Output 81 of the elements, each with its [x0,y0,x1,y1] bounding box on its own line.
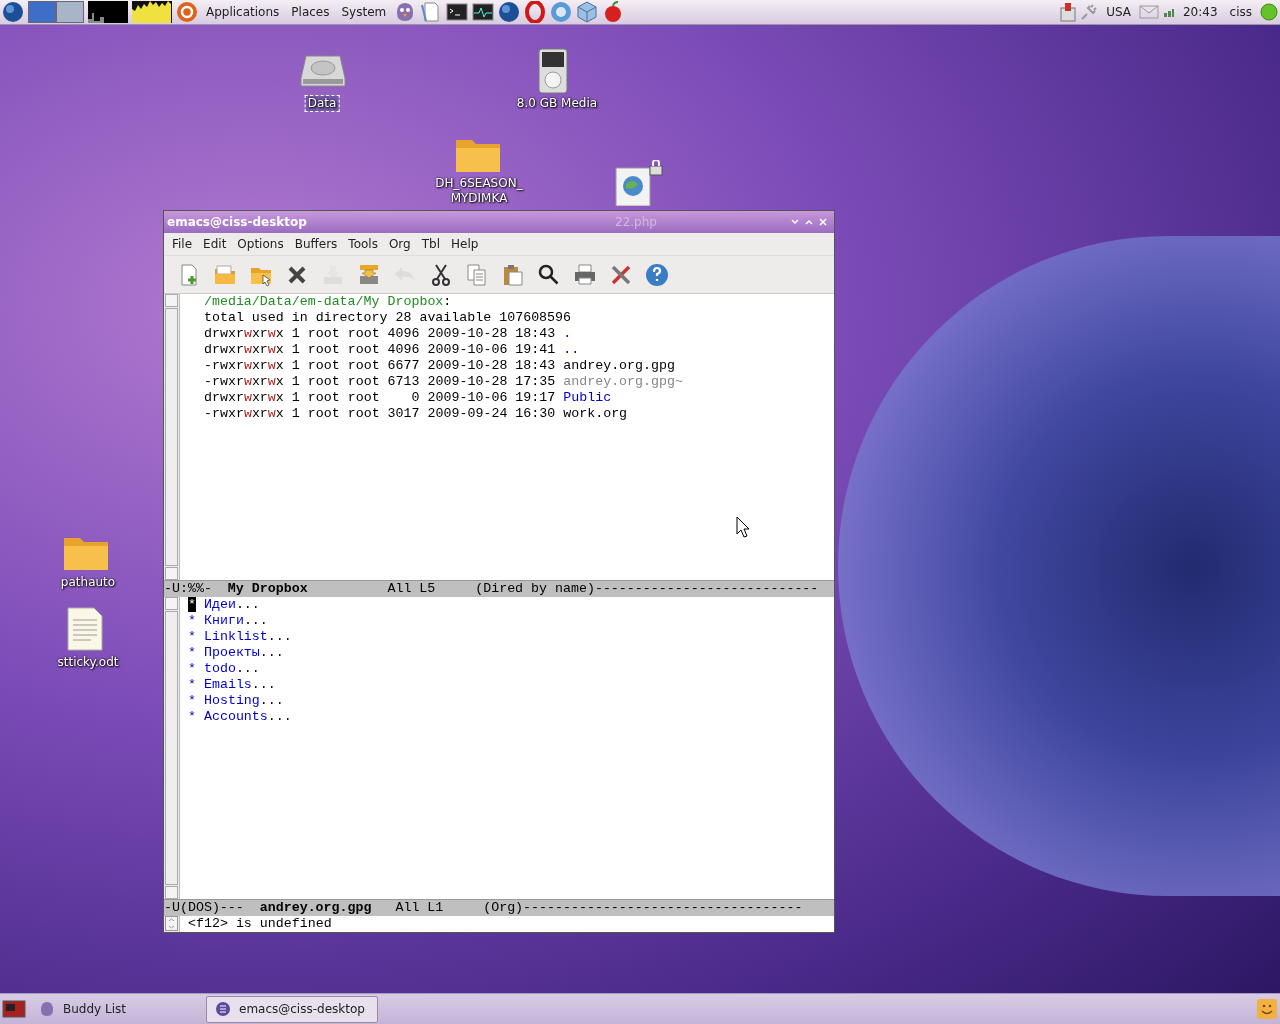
org-heading[interactable]: * Emails... [188,677,834,694]
minimize-button[interactable] [788,218,802,225]
cube-icon[interactable] [576,1,599,23]
hard-drive-icon [300,52,346,88]
org-heading[interactable]: * todo... [188,661,834,678]
file-listing-line[interactable]: drwxrwxrwx 1 root root 4096 2009-10-06 19:41 .. [188,342,834,359]
user-name[interactable]: ciss [1225,5,1256,19]
file-listing-line[interactable]: drwxrwxrwx 1 root root 4096 2009-10-28 18:43 . [188,326,834,343]
workspace-button[interactable] [56,1,84,23]
tray-icon [357,262,381,287]
menu-item[interactable]: Help [447,234,486,253]
menu-item[interactable]: Buffers [290,234,345,253]
icon-label[interactable]: 8.0 GB Media [507,96,607,111]
icon-label[interactable]: pathauto [38,575,138,590]
folder-icon [213,262,237,287]
plug-icon[interactable] [1080,3,1099,21]
status-circle-icon[interactable] [1260,3,1278,21]
sphere-icon[interactable] [550,1,573,23]
memory-graph [132,1,172,23]
smiley-icon[interactable] [1256,998,1278,1020]
ubuntu-logo-icon[interactable] [176,1,198,23]
scrollbar-thumb[interactable] [165,611,178,886]
icon-label[interactable]: stticky.odt [38,655,138,670]
menu-item[interactable]: Org [384,234,418,253]
bird-icon [39,1001,55,1017]
scroll-up-button[interactable] [165,294,178,308]
org-heading[interactable]: * Hosting... [188,693,834,710]
window-title: emacs@ciss-desktop [167,214,307,229]
help-icon [645,262,669,287]
envelope-icon[interactable] [1138,5,1159,19]
copy-icon [465,262,489,287]
menu-item[interactable]: Tools [344,234,385,253]
file-listing-line[interactable]: drwxrwxrwx 1 root root 0 2009-10-06 19:17 Public [188,390,834,407]
scrollbar-thumb[interactable] [165,308,178,567]
panel-menu[interactable]: Places [287,1,334,23]
scroll-arrows-icon[interactable] [165,916,178,931]
globe-icon[interactable] [2,1,24,23]
org-heading[interactable]: * Проекты... [188,645,834,662]
menu-item[interactable]: File [168,234,200,253]
close-button[interactable] [816,217,830,226]
icon-label[interactable]: Data [305,96,339,111]
show-desktop-button[interactable] [2,998,26,1020]
org-heading[interactable]: * Linklist... [188,629,834,646]
taskbar-button[interactable]: emacs@ciss-desktop [206,995,378,1023]
scroll-down-button[interactable] [165,567,178,581]
menu-item[interactable]: Tbl [417,234,447,253]
ring-icon[interactable] [524,1,547,23]
icon-label[interactable]: DH_6SEASON_ MYDIMKA [429,176,529,206]
panel-menu[interactable]: System [337,1,391,23]
printer-icon [573,262,597,287]
signal-icon[interactable] [1162,7,1175,17]
taskbar-button[interactable]: Buddy List [30,995,202,1023]
scroll-up-button[interactable] [165,597,178,611]
clock[interactable]: 20:43 [1178,5,1222,19]
network-transfer-icon[interactable] [1060,2,1077,22]
search-icon [537,262,561,287]
clipboard-icon [501,262,525,287]
panel-menu[interactable]: Applications [202,1,284,23]
system-monitor-icon[interactable] [472,1,495,23]
scroll-down-button[interactable] [165,886,178,900]
file-listing-line[interactable]: -rwxrwxrwx 1 root root 6713 2009-10-28 17:35 andrey.org.gpg~ [188,374,834,391]
org-heading[interactable]: * Accounts... [188,709,834,726]
media-player-icon [538,48,568,94]
document-icon [66,606,104,652]
terminal-icon[interactable] [446,1,469,23]
globe-icon[interactable] [498,1,521,23]
file-listing-line[interactable]: -rwxrwxrwx 1 root root 6677 2009-10-28 18:43 andrey.org.gpg [188,358,834,375]
org-heading[interactable]: * Идеи... [188,597,834,614]
mouse-pointer-icon [736,516,750,538]
file-listing-line[interactable]: -rwxrwxrwx 1 root root 3017 2009-09-24 16:30 work.org [188,406,834,423]
directory-header: /media/Data/em-data/My Dropbox: [202,294,453,311]
echo-area-message: <f12> is undefined [188,916,333,932]
org-heading[interactable]: * Книги... [188,613,834,630]
menu-item[interactable]: Options [233,234,291,253]
php-file-icon [614,160,666,206]
keyboard-layout[interactable]: USA [1102,5,1135,19]
emacs-icon [215,1001,231,1017]
scissors-icon [429,262,453,287]
menu-item[interactable]: Edit [199,234,234,253]
directory-total: total used in directory 28 available 107608596 [202,310,573,327]
cpu-graph [88,1,128,23]
